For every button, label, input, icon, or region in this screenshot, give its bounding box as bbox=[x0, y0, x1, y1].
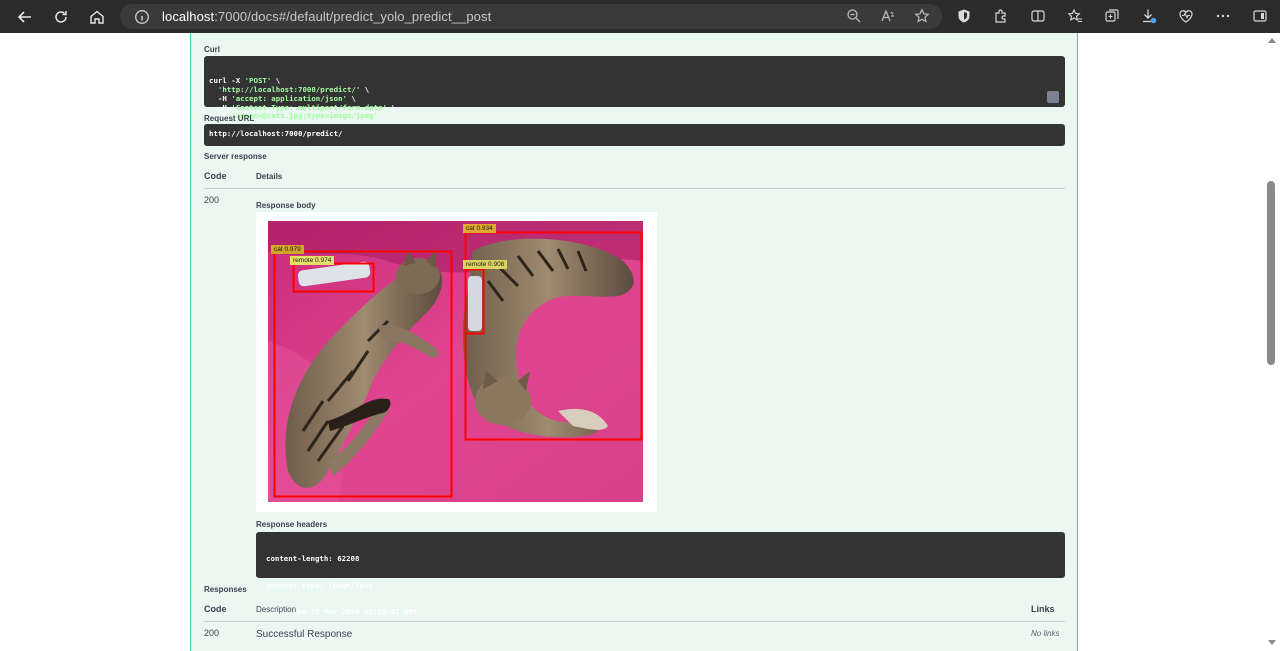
responses-header-divider bbox=[204, 621, 1065, 622]
curl-token bbox=[209, 85, 218, 94]
responses-links-header: Links bbox=[1031, 604, 1055, 614]
curl-line-continuation: \ bbox=[271, 76, 281, 86]
detection-result-photo: cat 0.979 remote 0.974 cat 0.934 remote … bbox=[268, 221, 643, 502]
header-line: date: Tue,19 Mar 2024 21:19:41 GMT bbox=[266, 606, 418, 616]
favorites-icon[interactable] bbox=[1067, 8, 1083, 24]
split-screen-icon[interactable] bbox=[1030, 8, 1046, 24]
curl-line-continuation: \ bbox=[386, 102, 396, 112]
server-response-code-header: Code bbox=[204, 171, 227, 181]
response-body-label: Response body bbox=[256, 201, 316, 210]
sidebar-toggle-icon[interactable] bbox=[1252, 8, 1268, 24]
collections-icon[interactable] bbox=[1104, 8, 1120, 24]
header-line: server: uvicorn bbox=[266, 632, 333, 642]
scroll-down-arrow-icon[interactable] bbox=[1268, 640, 1276, 645]
site-info-icon[interactable] bbox=[134, 9, 150, 25]
response-headers-label: Response headers bbox=[256, 520, 328, 529]
response-headers-box[interactable]: content-length: 62208 content-type: imag… bbox=[256, 532, 1065, 641]
back-arrow-icon[interactable] bbox=[14, 6, 36, 28]
response-row-links: No links bbox=[1031, 629, 1060, 638]
url-text[interactable]: localhost:7000/docs#/default/predict_yol… bbox=[162, 9, 491, 24]
curl-string: 'http://localhost:7000/predict/' bbox=[217, 85, 361, 95]
detection-label-cat-1: cat 0.979 bbox=[271, 245, 304, 254]
server-response-header-divider bbox=[204, 188, 1065, 189]
server-response-label: Server response bbox=[204, 152, 267, 161]
header-line: content-type: image/jpeg bbox=[266, 580, 373, 590]
scrollbar-thumb[interactable] bbox=[1267, 181, 1275, 365]
responses-label: Responses bbox=[204, 585, 247, 594]
curl-string: 'accept: application/json' bbox=[231, 93, 347, 103]
curl-string: 'Content-Type: multipart/form-data' bbox=[231, 102, 387, 112]
header-line: content-length: 62208 bbox=[266, 554, 360, 564]
zoom-icon[interactable] bbox=[846, 8, 862, 24]
downloads-icon[interactable] bbox=[1141, 8, 1157, 24]
curl-string: 'POST' bbox=[244, 76, 272, 86]
curl-line-continuation: \ bbox=[346, 93, 356, 103]
request-url-box[interactable]: http://localhost:7000/predict/ bbox=[204, 124, 1065, 146]
browser-extensions bbox=[956, 8, 1268, 24]
responses-code-header: Code bbox=[204, 604, 227, 614]
favorite-star-icon[interactable] bbox=[914, 8, 930, 24]
detection-label-remote-1: remote 0.974 bbox=[290, 256, 335, 265]
extensions-icon[interactable] bbox=[993, 8, 1009, 24]
home-icon[interactable] bbox=[86, 6, 108, 28]
response-body-image: cat 0.979 remote 0.974 cat 0.934 remote … bbox=[256, 212, 657, 512]
scroll-up-arrow-icon[interactable] bbox=[1268, 38, 1276, 43]
response-row-code: 200 bbox=[204, 628, 220, 638]
curl-command-text: curl -X 'POST' \ 'http://localhost:7000/… bbox=[209, 77, 1060, 121]
reload-icon[interactable] bbox=[50, 6, 72, 28]
detection-label-remote-2: remote 0.908 bbox=[463, 260, 508, 269]
operation-block: Curl curl -X 'POST' \ 'http://localhost:… bbox=[190, 33, 1093, 651]
more-menu-icon[interactable] bbox=[1215, 8, 1231, 24]
curl-token: curl -X bbox=[209, 76, 245, 86]
browser-essentials-icon[interactable] bbox=[1178, 8, 1194, 24]
copy-to-clipboard-icon[interactable] bbox=[1047, 91, 1093, 110]
curl-label: Curl bbox=[204, 45, 220, 54]
request-url-label: Request URL bbox=[204, 114, 255, 123]
curl-line-continuation: \ bbox=[360, 85, 370, 95]
curl-token: -H bbox=[209, 102, 232, 112]
server-response-details-header: Details bbox=[256, 172, 283, 181]
page-viewport: Curl curl -X 'POST' \ 'http://localhost:… bbox=[3, 33, 1265, 651]
shield-icon[interactable] bbox=[956, 8, 972, 24]
read-aloud-icon[interactable] bbox=[880, 8, 896, 24]
curl-command-box[interactable]: curl -X 'POST' \ 'http://localhost:7000/… bbox=[204, 56, 1093, 120]
server-response-code: 200 bbox=[204, 195, 220, 205]
detection-label-cat-2: cat 0.934 bbox=[463, 224, 496, 233]
response-row-description: Successful Response bbox=[256, 629, 353, 640]
address-bar[interactable]: localhost:7000/docs#/default/predict_yol… bbox=[120, 4, 942, 29]
curl-line: -F 'image=@cats.jpg;type=image/jpeg' bbox=[209, 111, 1060, 121]
curl-token: -H bbox=[209, 93, 232, 103]
responses-description-header: Description bbox=[256, 605, 297, 614]
